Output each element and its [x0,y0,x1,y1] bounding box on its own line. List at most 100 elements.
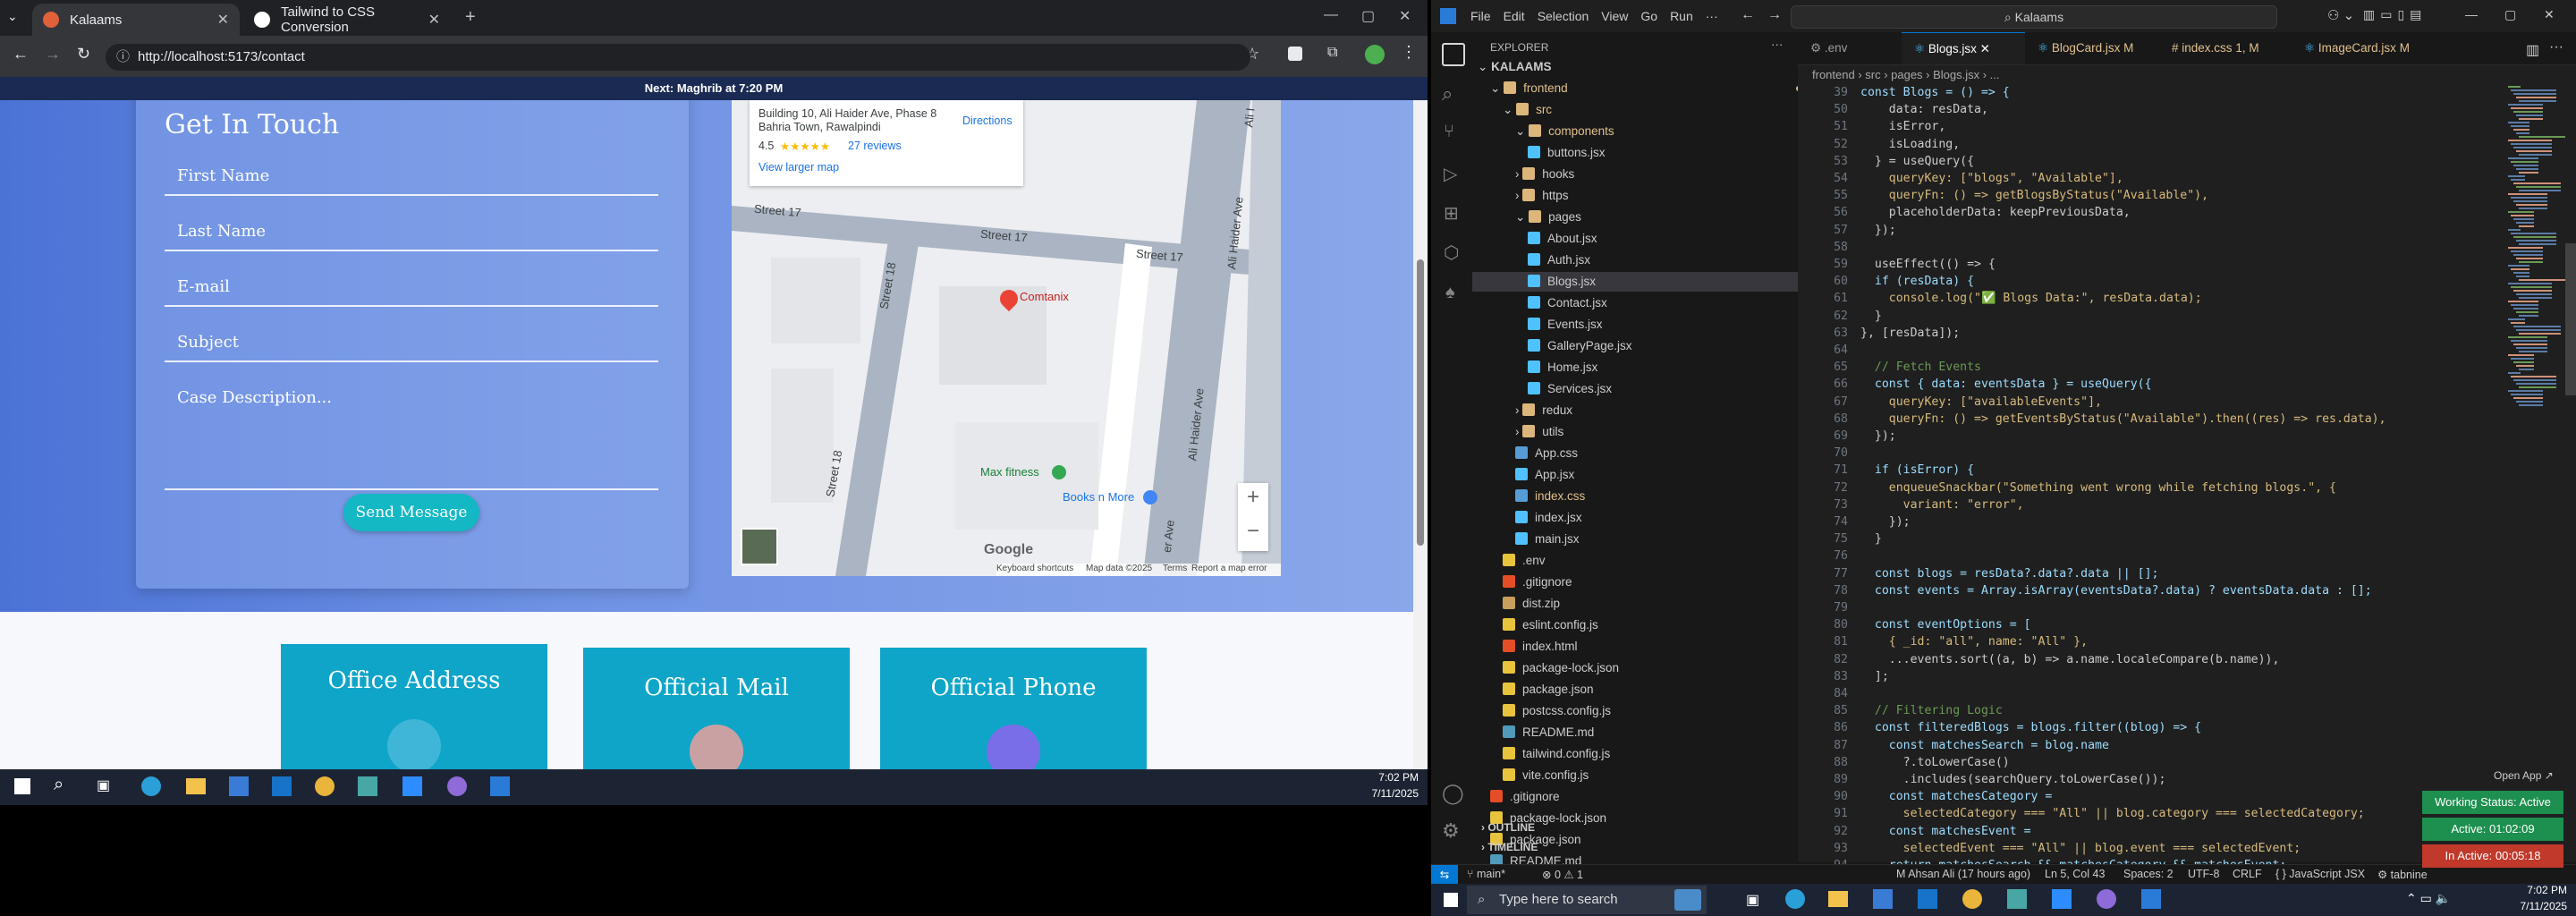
map-footer-link[interactable]: Terms [1163,564,1187,573]
tree-file[interactable]: About.jsx [1472,229,1853,249]
menu-go[interactable]: Go [1640,9,1657,23]
split-editor-icon[interactable]: ▥ [2526,41,2539,59]
menu-view[interactable]: View [1601,9,1628,23]
case-description-field[interactable]: Case Description... [165,388,658,490]
settings-gear-icon[interactable]: ⚙ [1442,819,1460,843]
app-icon[interactable] [2007,889,2027,909]
chrome-icon[interactable] [1962,889,1982,909]
code-line[interactable]: const events = Array.isArray(eventsData?… [1860,584,2372,598]
code-line[interactable]: }); [1860,224,1896,237]
tree-folder[interactable]: ⌄ frontend [1472,79,1816,98]
code-line[interactable]: queryFn: () => getEventsByStatus("Availa… [1860,412,2386,426]
menu-file[interactable]: File [1470,9,1491,23]
zoom-in-button[interactable]: + [1238,485,1268,510]
code-line[interactable]: placeholderData: keepPreviousData, [1860,206,2131,219]
tree-folder[interactable]: › redux [1472,401,1841,420]
tree-file[interactable]: package-lock.json [1472,658,1828,678]
editor-tab-indexcss[interactable]: # index.css 1, M [2159,32,2292,64]
vscode-icon[interactable] [490,776,510,796]
reload-icon[interactable]: ↻ [77,45,90,64]
editor-tab-env[interactable]: ⚙ .env [1798,32,1902,64]
inactive-time-badge[interactable]: In Active: 00:05:18 [2422,844,2563,868]
tree-file[interactable]: Home.jsx [1472,358,1853,377]
minimize-icon[interactable]: — [1324,7,1338,23]
run-debug-icon[interactable]: ▷ [1444,163,1457,185]
zoom-out-button[interactable]: − [1238,519,1268,544]
code-line[interactable]: }, [resData]); [1860,327,1960,340]
code-line[interactable]: } [1860,532,1882,546]
code-line[interactable]: // Fetch Events [1860,360,1981,374]
chrome-icon[interactable] [315,776,335,796]
code-line[interactable]: } = useQuery({ [1860,155,1974,168]
nav-back-icon[interactable]: ← [1741,7,1755,23]
problems-count[interactable]: ⊗ 0 ⚠ 1 [1542,868,1583,881]
close-window-icon[interactable]: ✕ [1399,7,1411,25]
tree-file[interactable]: main.jsx [1472,530,1841,549]
last-name-field[interactable]: Last Name [165,222,658,251]
tree-file[interactable]: buttons.jsx [1472,143,1853,163]
file-explorer-icon[interactable] [186,778,206,794]
poi-label[interactable]: Books n More [1063,490,1134,504]
code-line[interactable]: data: resData, [1860,103,1988,116]
code-line[interactable]: const { data: eventsData } = useQuery({ [1860,377,2152,391]
remote-indicator-icon[interactable]: ⇆ [1431,865,1458,885]
tree-file[interactable]: dist.zip [1472,594,1828,614]
working-status-badge[interactable]: Working Status: Active [2422,791,2563,814]
code-line[interactable]: ...events.sort((a, b) => a.name.localeCo… [1860,653,2280,666]
extension-icon[interactable] [1288,47,1302,61]
code-line[interactable]: queryKey: ["blogs", "Available"], [1860,172,2123,185]
store-icon[interactable] [1873,889,1893,909]
tree-file[interactable]: GalleryPage.jsx [1472,336,1853,356]
code-line[interactable]: const blogs = resData?.data?.data || []; [1860,567,2159,581]
tree-file[interactable]: Contact.jsx [1472,293,1853,313]
nav-forward-icon[interactable]: → [1767,7,1782,23]
menu-run[interactable]: Run [1670,9,1693,23]
email-field[interactable]: E-mail [165,277,658,307]
search-icon[interactable]: ⌕ [54,775,64,795]
edge-icon[interactable] [1785,889,1805,909]
system-tray-icons[interactable]: ⌃ ▭ 🔈 [2406,891,2451,906]
remote-icon[interactable]: ⬡ [1444,242,1459,264]
code-line[interactable]: selectedCategory === "All" || blog.categ… [1860,807,2365,820]
task-view-icon[interactable]: ▣ [1746,891,1759,909]
tree-file[interactable]: .gitignore [1472,787,1816,807]
code-line[interactable]: ]; [1860,670,1889,683]
browser-tab-kalaams[interactable]: Kalaams ✕ [32,4,240,36]
code-line[interactable]: isError, [1860,120,1946,133]
map-layers-thumbnail[interactable] [741,528,778,565]
menu-more[interactable]: ··· [1706,9,1718,23]
tree-file[interactable]: App.css [1472,444,1841,463]
encoding[interactable]: UTF-8 [2188,868,2219,880]
store-icon[interactable] [229,776,249,796]
layout-icons[interactable]: ▥▭▯▤ [2363,7,2427,22]
code-line[interactable]: const matchesSearch = blog.name [1860,739,2109,752]
code-line[interactable]: variant: "error", [1860,498,2024,512]
code-line[interactable]: .includes(searchQuery.toLowerCase()); [1860,773,2166,786]
code-line[interactable]: }); [1860,429,1896,443]
github-icon[interactable] [447,776,467,796]
code-line[interactable]: selectedEvent === "All" || blog.event ==… [1860,842,2301,855]
puzzle-extensions-icon[interactable]: ⧉ [1327,45,1337,61]
timeline-section[interactable]: › TIMELINE [1481,841,1538,853]
explorer-more-icon[interactable]: ··· [1771,38,1784,51]
editor-tab-blogs[interactable]: ⚛ Blogs.jsx ✕ [1902,32,2025,64]
browser-menu-icon[interactable]: ⋮ [1401,43,1417,62]
send-message-button[interactable]: Send Message [343,494,479,531]
tree-file[interactable]: .env [1472,551,1828,571]
code-line[interactable]: const matchesEvent = [1860,825,2031,838]
poi-label[interactable]: Max fitness [980,465,1039,479]
tree-file[interactable]: vite.config.js [1472,766,1828,785]
map-footer-link[interactable]: Keyboard shortcuts [996,564,1073,573]
breadcrumb[interactable]: frontend › src › pages › Blogs.jsx › ... [1798,64,2576,86]
tab-search-icon[interactable]: ⌄ [7,9,25,27]
map-footer-link[interactable]: Report a map error [1191,564,1267,573]
maximize-icon[interactable]: ▢ [2504,7,2516,22]
map-reviews-link[interactable]: 27 reviews [848,140,902,152]
view-larger-map-link[interactable]: View larger map [758,161,839,174]
code-line[interactable]: }); [1860,515,1911,529]
code-line[interactable]: } [1860,310,1882,323]
tree-file[interactable]: App.jsx [1472,465,1841,485]
indentation[interactable]: Spaces: 2 [2123,868,2174,880]
code-line[interactable]: isLoading, [1860,138,1960,151]
embedded-map[interactable]: Building 10, Ali Haider Ave, Phase 8 Bah… [732,100,1281,576]
